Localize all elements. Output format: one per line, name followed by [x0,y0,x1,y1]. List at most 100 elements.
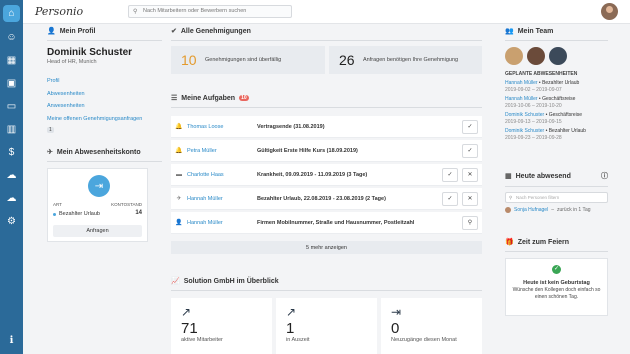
bed-icon: ▬ [176,171,182,178]
absence-account-section: ✈ Mein Abwesenheitskonto [47,148,162,162]
task-description: Vertragsende (31.08.2019) [257,123,325,130]
task-person[interactable]: Petra Müller [187,148,257,154]
info-icon[interactable]: ⓘ [601,171,608,181]
profile-header: 👤 Mein Profil [47,27,96,36]
approve-button[interactable]: ✓ [462,143,478,158]
team-header: 👥 Mein Team [505,27,554,36]
reject-button[interactable]: ✕ [462,191,478,206]
request-button[interactable]: Anfragen [53,225,142,237]
bell-icon: 🔔 [175,148,183,154]
absence-dates: 2019-09-23 – 2019-09-28 [505,134,562,141]
kpi-on-leave[interactable]: ↗ 1 in Auszeit [276,298,377,354]
user-avatar[interactable] [601,3,618,20]
overdue-approvals[interactable]: 10 Genehmigungen sind überfällig [171,46,325,74]
overview-header: 📈 Solution GmbH im Überblick [171,277,279,286]
building-icon[interactable]: ▦ [5,54,19,68]
chart-icon: 📈 [171,278,180,285]
today-header: ▦ Heute abwesend ⓘ [505,171,608,181]
absent-person[interactable]: Sonja Hufnagel [514,207,548,213]
open-requests-link[interactable]: Meine offenen Genehmigungsanfragen [47,116,142,122]
id-card-icon[interactable]: ▭ [5,100,19,114]
reject-button[interactable]: ✕ [462,167,478,182]
sidebar: ⌂ ☺ ▦ ▣ ▭ ▥ $ ☁ ☁ ⚙ ℹ [0,0,23,354]
plane-icon: ✈ [47,149,53,156]
kpi-active-employees[interactable]: ↗ 71 aktive Mitarbeiter [171,298,272,354]
absence-person[interactable]: Dominik Schuster [505,112,544,118]
task-description: Firmen Mobilnummer, Straße und Hausnumme… [257,219,415,226]
plane-icon: ✈ [176,196,182,202]
approve-button[interactable]: ✓ [442,167,458,182]
trend-up-icon: ↗ [181,305,192,319]
avatar[interactable] [549,47,567,65]
kpi-label: aktive Mitarbeiter [181,337,223,343]
personio-logo[interactable]: Personio [35,5,83,18]
search-input[interactable]: ⚲ Nach Mitarbeitern oder Bewerbern suche… [128,5,292,18]
absence-person[interactable]: Hannah Müller [505,96,538,102]
avatar[interactable] [527,47,545,65]
cloud-icon[interactable]: ☁ [5,169,19,183]
profile-name: Dominik Schuster [47,47,133,58]
task-person[interactable]: Hannah Müller [187,220,257,226]
team-avatars [505,47,608,65]
tasks-header: ☰ Meine Aufgaben 10 [171,94,249,102]
check-circle-icon: ✔ [171,28,177,35]
chart-icon[interactable]: ▥ [5,123,19,137]
absence-dates: 2019-10-06 – 2019-10-20 [505,102,562,109]
absence-balance: 14 [135,210,142,216]
celebrate-header: 🎁 Zeit zum Feiern [505,238,570,247]
task-row[interactable]: ▬ Charlotte Haas Krankheit, 09.09.2019 -… [171,164,482,186]
tasks-badge: 10 [239,95,249,101]
absent-filter-input[interactable]: ⚲ Nach Personen filtern [505,192,608,203]
attendances-link[interactable]: Anwesenheiten [47,103,85,109]
celebrate-text: Wünsche den Kollegen doch einfach so ein… [512,287,601,300]
kpi-value: 1 [286,320,295,337]
approve-button[interactable]: ✓ [462,119,478,134]
people-icon[interactable]: ☺ [5,31,19,45]
settings-icon[interactable]: ⚙ [5,215,19,229]
absence-account-card: ⇥ ART KONTOSTAND Bezahlter Urlaub 14 Anf… [47,168,148,242]
avatar[interactable] [505,47,523,65]
info-icon[interactable]: ℹ [5,334,19,348]
kpi-value: 71 [181,320,198,337]
kpi-new-hires[interactable]: ⇥ 0 Neuzugänge diesen Monat [381,298,482,354]
topbar: Personio ⚲ Nach Mitarbeitern oder Bewerb… [23,0,630,24]
task-person[interactable]: Hannah Müller [187,196,257,202]
col-type: ART [53,202,62,207]
users-icon: 👥 [505,28,514,35]
pending-approvals[interactable]: 26 Anfragen benötigen Ihre Genehmigung [329,46,482,74]
celebrate-card: ✓ Heute ist kein Geburtstag Wünsche den … [505,258,608,316]
absence-type: Bezahlter Urlaub [59,211,100,217]
money-icon[interactable]: $ [5,146,19,160]
absence-person[interactable]: Hannah Müller [505,80,538,86]
user-icon: 👤 [175,220,183,226]
absences-link[interactable]: Abwesenheiten [47,91,85,97]
task-row[interactable]: 🔔 Thomas Loose Vertragsende (31.08.2019)… [171,116,482,138]
planned-absence: Dominik Schuster • Geschäftsreise 2019-0… [505,112,583,125]
planned-absence: Hannah Müller • Geschäftsreise 2019-10-0… [505,96,576,109]
task-description: Krankheit, 09.09.2019 - 11.09.2019 (3 Ta… [257,171,368,178]
approve-button[interactable]: ✓ [442,191,458,206]
pending-label: Anfragen benötigen Ihre Genehmigung [363,57,459,63]
overview-section: 📈 Solution GmbH im Überblick [171,277,482,291]
task-row[interactable]: 👤 Hannah Müller Firmen Mobilnummer, Stra… [171,212,482,234]
status-dot [53,212,56,216]
success-check-icon: ✓ [552,265,561,274]
absence-dates: 2019-09-02 – 2019-09-07 [505,86,562,93]
task-person[interactable]: Charlotte Haas [187,172,257,178]
team-section: 👥 Mein Team GEPLANTE ABWESENHEITEN Hannah… [505,27,608,144]
home-icon[interactable]: ⌂ [3,5,20,22]
cloud-upload-icon[interactable]: ☁ [5,192,19,206]
search-icon: ⚲ [509,195,513,200]
user-icon: 👤 [47,28,56,35]
profile-section: 👤 Mein Profil Dominik Schuster Head of HR… [47,27,162,136]
briefcase-icon[interactable]: ▣ [5,77,19,91]
approvals-section: ✔ Alle Genehmigungen [171,27,482,41]
sign-in-icon: ⇥ [391,305,402,319]
task-person[interactable]: Thomas Loose [187,124,257,130]
absence-person[interactable]: Dominik Schuster [505,128,544,134]
view-button[interactable]: ⚲ [462,215,478,230]
task-row[interactable]: ✈ Hannah Müller Bezahlter Urlaub, 22.08.… [171,188,482,210]
show-more-button[interactable]: 5 mehr anzeigen [171,241,482,254]
profile-link[interactable]: Profil [47,78,60,84]
task-row[interactable]: 🔔 Petra Müller Gültigkeit Erste Hilfe Ku… [171,140,482,162]
